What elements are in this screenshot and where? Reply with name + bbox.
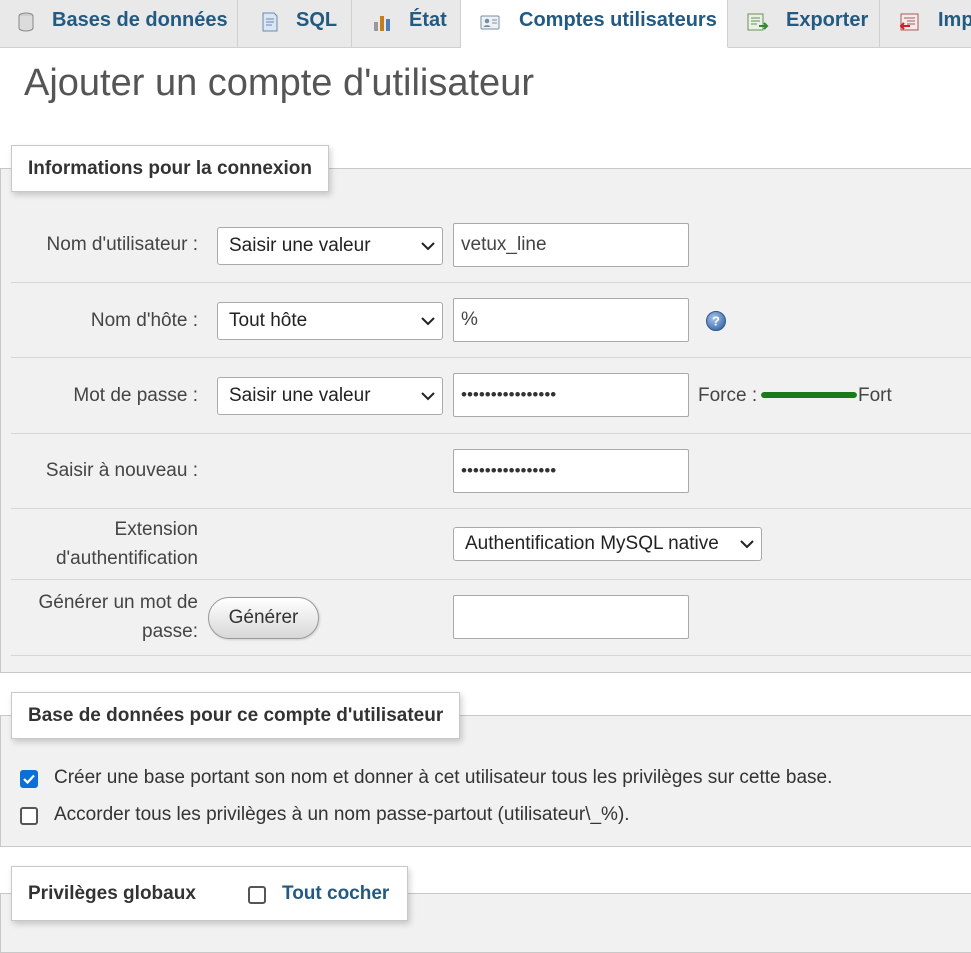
tab-label: État <box>409 9 447 31</box>
status-icon <box>374 16 390 31</box>
select-value: Authentification MySQL native <box>465 533 719 554</box>
retype-password-label: Saisir à nouveau : <box>45 460 198 481</box>
user-accounts-icon <box>480 15 500 30</box>
password-label: Mot de passe : <box>73 385 198 406</box>
row-divider <box>11 655 971 656</box>
row-divider <box>11 579 971 580</box>
username-label: Nom d'utilisateur : <box>46 234 198 255</box>
row-divider <box>11 508 971 509</box>
tab-databases[interactable]: Bases de données <box>0 0 238 48</box>
hostname-value: % <box>461 309 478 330</box>
password-strength-meter <box>761 392 857 398</box>
username-value: vetux_line <box>461 234 547 255</box>
sql-icon <box>262 12 278 32</box>
database-icon <box>18 12 34 32</box>
generate-password-label-line2: passe: <box>142 621 198 642</box>
chevron-down-icon <box>740 540 754 549</box>
row-divider <box>11 282 971 283</box>
global-privileges-title: Privilèges globaux <box>28 883 196 904</box>
chevron-down-icon <box>421 392 435 401</box>
select-value: Tout hôte <box>229 310 308 331</box>
retype-password-value: •••••••••••••••• <box>461 461 557 480</box>
wildcard-privileges-label: Accorder tous les privilèges à un nom pa… <box>54 804 630 825</box>
help-icon[interactable]: ? <box>705 310 727 332</box>
password-strength-fill <box>761 392 857 398</box>
generated-password-input[interactable] <box>453 595 689 639</box>
tab-import[interactable]: Imp <box>880 0 971 48</box>
chevron-down-icon <box>421 242 435 251</box>
global-privileges-legend: Privilèges globaux Tout cocher <box>11 866 408 921</box>
select-value: Saisir une valeur <box>229 385 371 406</box>
tab-sql[interactable]: SQL <box>238 0 352 48</box>
retype-password-input[interactable]: •••••••••••••••• <box>453 449 689 493</box>
password-strength-label: Force : <box>698 385 758 406</box>
hostname-type-select[interactable]: Tout hôte <box>217 302 443 340</box>
generate-password-label-line1: Générer un mot de <box>38 592 198 613</box>
wildcard-privileges-checkbox[interactable] <box>20 807 38 825</box>
checkmark-icon <box>23 774 35 785</box>
password-type-select[interactable]: Saisir une valeur <box>217 377 443 415</box>
database-legend: Base de données pour ce compte d'utilisa… <box>11 692 461 739</box>
username-type-select[interactable]: Saisir une valeur <box>217 227 443 265</box>
chevron-down-icon <box>421 317 435 326</box>
tab-user-accounts[interactable]: Comptes utilisateurs <box>461 0 728 48</box>
create-database-checkbox[interactable] <box>20 770 38 788</box>
tab-status[interactable]: État <box>352 0 461 48</box>
login-info-legend: Informations pour la connexion <box>11 145 329 192</box>
svg-text:?: ? <box>712 314 720 329</box>
check-all-checkbox[interactable] <box>248 886 266 904</box>
select-value: Saisir une valeur <box>229 235 371 256</box>
tab-label: Exporter <box>786 9 869 31</box>
auth-plugin-select[interactable]: Authentification MySQL native <box>453 527 762 561</box>
tab-label: Imp <box>938 9 971 31</box>
auth-plugin-label-line2: d'authentification <box>55 548 198 569</box>
page-title: Ajouter un compte d'utilisateur <box>24 62 534 104</box>
username-input[interactable]: vetux_line <box>453 223 689 267</box>
generate-password-button[interactable]: Générer <box>208 597 319 639</box>
tab-bar: Bases de données SQL État Comptes utilis… <box>0 0 971 48</box>
hostname-label: Nom d'hôte : <box>90 310 198 331</box>
tab-label: SQL <box>296 9 338 31</box>
row-divider <box>11 357 971 358</box>
tab-export[interactable]: Exporter <box>728 0 880 48</box>
password-value: •••••••••••••••• <box>461 385 557 404</box>
password-strength-text: Fort <box>858 385 892 406</box>
password-input[interactable]: •••••••••••••••• <box>453 373 689 417</box>
check-all-link[interactable]: Tout cocher <box>282 867 389 920</box>
tab-label: Comptes utilisateurs <box>519 9 717 31</box>
create-database-label: Créer une base portant son nom et donner… <box>54 767 833 788</box>
auth-plugin-label-line1: Extension <box>114 519 198 540</box>
tab-label: Bases de données <box>52 9 228 31</box>
import-icon <box>899 13 919 31</box>
hostname-input[interactable]: % <box>453 298 689 342</box>
row-divider <box>11 433 971 434</box>
export-icon <box>747 13 769 31</box>
